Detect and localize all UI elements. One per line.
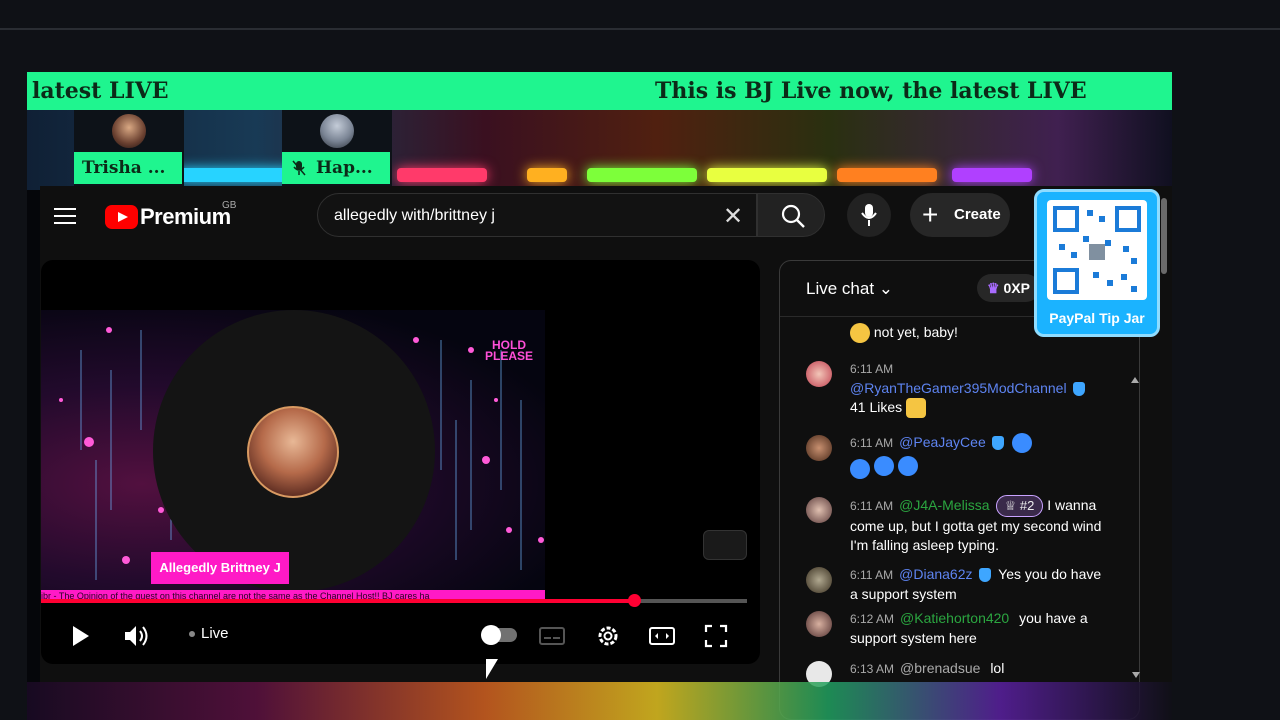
ticker-banner: latest LIVE This is BJ Live now, the lat… bbox=[27, 72, 1172, 110]
voice-search-button[interactable] bbox=[847, 193, 891, 237]
settings-gear-icon[interactable] bbox=[593, 621, 623, 651]
guest-tile-1: Trisha ... bbox=[74, 110, 184, 186]
progress-scrubber[interactable] bbox=[628, 594, 642, 607]
video-player[interactable]: HOLD PLEASE Allegedly Brittney J ibr - T… bbox=[41, 260, 760, 664]
rank-badge: ♕ #2 bbox=[995, 495, 1044, 517]
youtube-logo-text[interactable]: Premium bbox=[140, 204, 231, 230]
neon-bottom-backdrop bbox=[27, 682, 1172, 720]
microphone-icon bbox=[861, 204, 877, 226]
mouse-cursor-icon bbox=[486, 659, 498, 679]
autoplay-toggle[interactable] bbox=[481, 625, 517, 645]
moderator-shield-icon bbox=[1072, 382, 1085, 397]
ticker-left-text: latest LIVE bbox=[32, 78, 169, 104]
window-top-border bbox=[0, 28, 1280, 30]
hold-please-label: HOLD PLEASE bbox=[485, 338, 534, 363]
create-button[interactable]: + Create bbox=[910, 193, 1010, 237]
search-button[interactable] bbox=[757, 193, 825, 237]
chevron-down-icon: ⌄ bbox=[878, 279, 894, 298]
scroll-down-arrow-icon[interactable] bbox=[1132, 672, 1140, 678]
volume-icon[interactable] bbox=[121, 621, 151, 651]
play-icon[interactable] bbox=[65, 621, 95, 651]
youtube-window: Premium GB ✕ + Create bbox=[40, 186, 1172, 720]
neon-backdrop bbox=[27, 110, 1172, 190]
youtube-logo-icon[interactable] bbox=[105, 205, 138, 229]
user-avatar[interactable] bbox=[806, 435, 832, 461]
paypal-tip-jar-label: PayPal Tip Jar bbox=[1049, 310, 1145, 326]
region-code: GB bbox=[222, 200, 237, 211]
clear-search-icon[interactable]: ✕ bbox=[723, 202, 743, 231]
grimace-emoji-icon bbox=[850, 323, 870, 344]
player-controls: Live bbox=[41, 615, 760, 655]
host-avatar bbox=[247, 406, 339, 498]
ticker-right-text: This is BJ Live now, the latest LIVE bbox=[655, 78, 1087, 104]
progress-bar[interactable] bbox=[41, 594, 747, 607]
plus-icon: + bbox=[922, 199, 939, 230]
wave-emoji-icon bbox=[1011, 433, 1032, 454]
stream-overlay: latest LIVE This is BJ Live now, the lat… bbox=[27, 72, 1172, 720]
live-chat-title[interactable]: Live chat ⌄ bbox=[806, 279, 893, 299]
hamburger-menu-icon[interactable] bbox=[54, 208, 76, 229]
search-input[interactable] bbox=[334, 204, 694, 228]
search-icon bbox=[781, 204, 805, 228]
progress-fill bbox=[41, 599, 635, 603]
scroll-up-arrow-icon[interactable] bbox=[1131, 377, 1139, 383]
page-scrollbar[interactable] bbox=[1161, 198, 1167, 274]
qr-code-icon bbox=[1047, 200, 1147, 300]
xp-badge[interactable]: ♛ 0XP bbox=[977, 274, 1040, 302]
create-label: Create bbox=[954, 206, 1001, 223]
guest-name: Trisha ... bbox=[74, 152, 182, 184]
fullscreen-icon[interactable] bbox=[701, 621, 731, 651]
crown-icon: ♛ bbox=[987, 280, 1000, 296]
user-avatar[interactable] bbox=[806, 497, 832, 523]
guest-tile-2: Hap... bbox=[282, 110, 392, 186]
wave-emoji-icon bbox=[897, 456, 918, 477]
user-avatar[interactable] bbox=[806, 611, 832, 637]
guest-avatar bbox=[112, 114, 146, 148]
thumbs-up-emoji-icon bbox=[906, 398, 927, 419]
wave-emoji-icon bbox=[850, 459, 870, 480]
wave-emoji-icon bbox=[873, 456, 894, 477]
moderator-shield-icon bbox=[991, 436, 1004, 451]
video-visual: HOLD PLEASE bbox=[41, 310, 545, 600]
moderator-shield-icon bbox=[978, 568, 991, 583]
subtitles-icon[interactable] bbox=[537, 621, 567, 651]
search-box: ✕ bbox=[317, 193, 757, 237]
chat-messages: not yet, baby! 6:11 AM @RyanTheGamer395M… bbox=[780, 317, 1139, 719]
guest-avatar bbox=[320, 114, 354, 148]
channel-watermark[interactable] bbox=[703, 530, 747, 560]
host-name-tag: Allegedly Brittney J bbox=[151, 552, 289, 584]
user-avatar[interactable] bbox=[806, 361, 832, 387]
live-dot-icon bbox=[189, 631, 195, 638]
live-indicator[interactable]: Live bbox=[189, 625, 229, 642]
theater-mode-icon[interactable] bbox=[647, 621, 677, 651]
muted-mic-icon bbox=[292, 160, 306, 176]
user-avatar[interactable] bbox=[806, 567, 832, 593]
paypal-tip-jar-qr[interactable]: PayPal Tip Jar bbox=[1034, 189, 1160, 337]
